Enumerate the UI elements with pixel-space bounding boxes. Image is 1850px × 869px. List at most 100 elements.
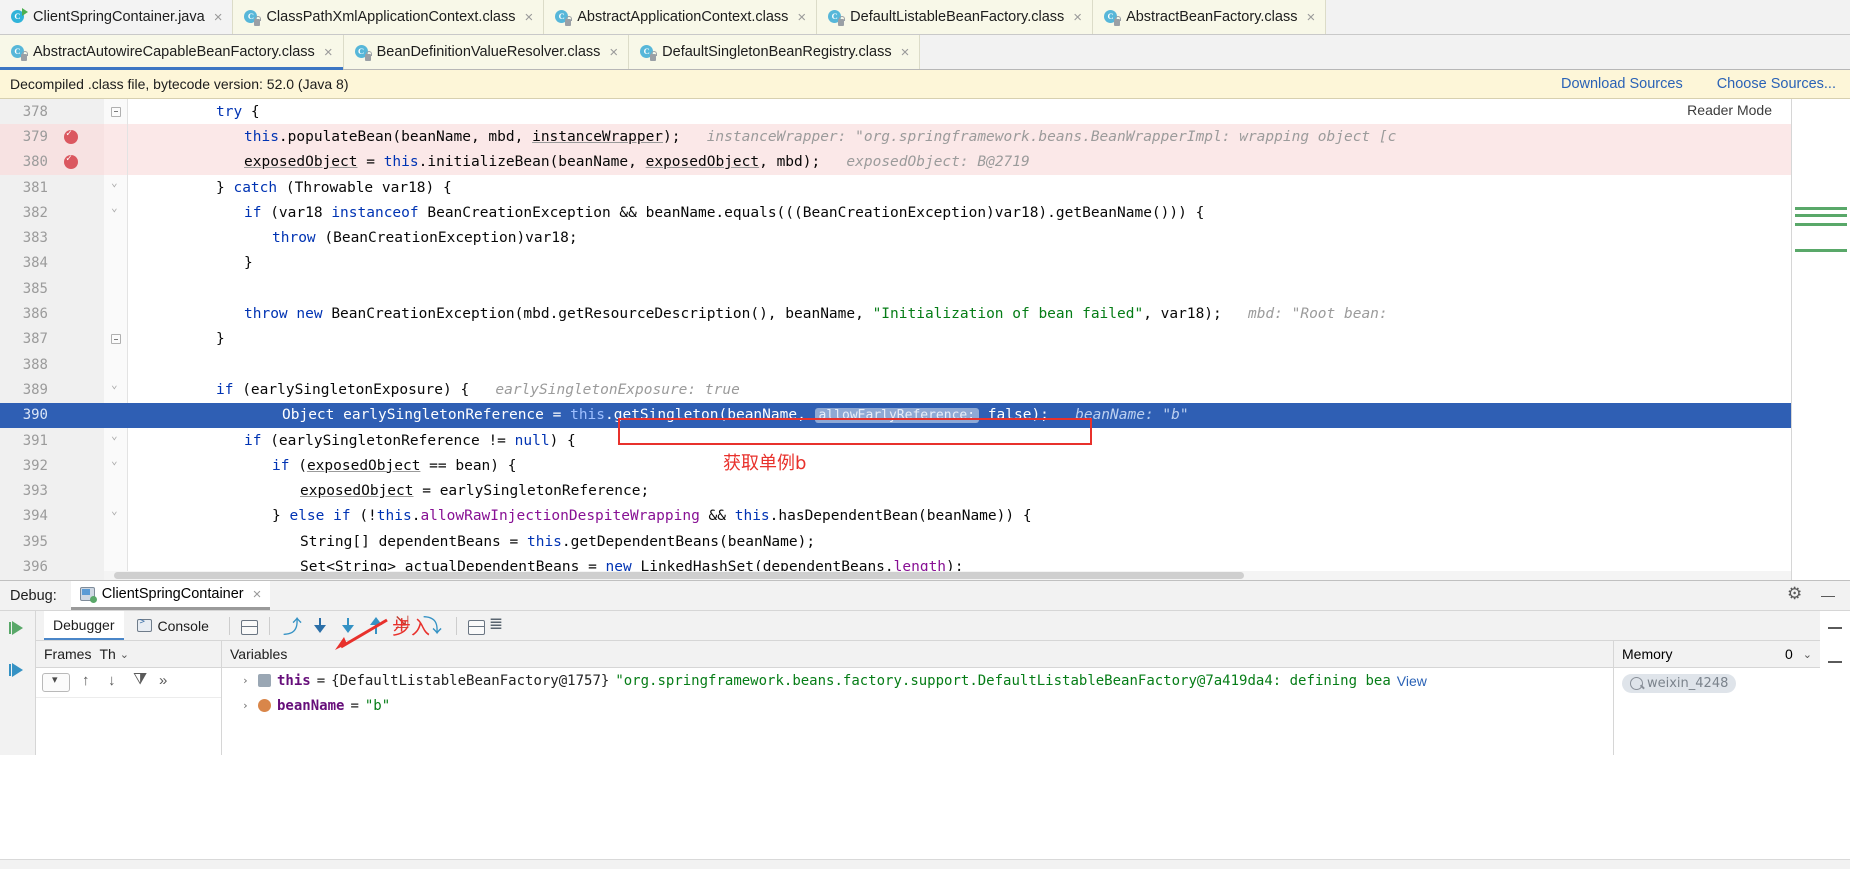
intention-bulb-icon[interactable] xyxy=(64,408,76,423)
fold-zone[interactable] xyxy=(104,377,128,403)
code-line[interactable]: 393 exposedObject = earlySingletonRefere… xyxy=(0,478,1850,504)
expand-icon[interactable] xyxy=(1827,653,1843,669)
step-into-icon[interactable] xyxy=(309,615,333,637)
chevron-down-icon[interactable]: ⌄ xyxy=(1803,648,1812,661)
variable-row-this[interactable]: › this = {DefaultListableBeanFactory@175… xyxy=(222,668,1613,693)
frames-dropdown-button[interactable] xyxy=(42,673,70,692)
settings-filter-icon[interactable] xyxy=(489,614,507,635)
fold-zone[interactable] xyxy=(104,174,128,201)
fold-zone[interactable] xyxy=(104,351,128,378)
variables-tree[interactable]: › this = {DefaultListableBeanFactory@175… xyxy=(222,668,1613,755)
thread-selector[interactable]: Th ⌄ xyxy=(99,646,129,662)
choose-sources-link[interactable]: Choose Sources... xyxy=(1717,76,1836,92)
close-icon[interactable]: × xyxy=(251,587,262,602)
close-icon[interactable]: × xyxy=(1304,10,1315,25)
fold-brace-icon[interactable] xyxy=(111,176,121,193)
breakpoint-zone[interactable] xyxy=(52,554,100,579)
code-line-current-execution[interactable]: 390 Object earlySingletonReference = thi… xyxy=(0,402,1850,428)
code-line[interactable]: 388 xyxy=(0,351,1850,378)
view-link[interactable]: View xyxy=(1397,673,1427,689)
fold-minus-icon[interactable] xyxy=(111,106,121,117)
fold-zone[interactable] xyxy=(104,503,128,530)
hide-tool-window-icon[interactable] xyxy=(1820,588,1836,604)
breakpoint-zone[interactable] xyxy=(52,175,100,200)
close-icon[interactable]: × xyxy=(322,45,333,60)
breakpoint-zone[interactable] xyxy=(52,453,100,478)
line-gutter[interactable]: 385 xyxy=(0,276,104,302)
line-gutter[interactable]: 393 xyxy=(0,478,104,504)
code-line[interactable]: 380 exposedObject = this.initializeBean(… xyxy=(0,149,1850,175)
editor-tab-abstractautowirecapablebeanfactory[interactable]: C AbstractAutowireCapableBeanFactory.cla… xyxy=(0,35,344,70)
line-gutter[interactable]: 388 xyxy=(0,351,104,378)
filter-icon[interactable] xyxy=(132,671,148,692)
editor-tab-classpathxmlapplicationcontext[interactable]: C ClassPathXmlApplicationContext.class × xyxy=(233,0,545,34)
resume-program-icon[interactable] xyxy=(8,619,28,639)
debug-session-tab[interactable]: ClientSpringContainer × xyxy=(70,581,271,610)
editor-tab-defaultlistablebeanfactory[interactable]: C DefaultListableBeanFactory.class × xyxy=(817,0,1094,34)
breakpoint-zone[interactable] xyxy=(52,352,100,377)
editor-tab-client-spring-container[interactable]: C ClientSpringContainer.java × xyxy=(0,0,234,34)
line-gutter[interactable]: 392 xyxy=(0,453,104,479)
line-gutter[interactable]: 387 xyxy=(0,326,104,352)
breakpoint-zone[interactable] xyxy=(52,377,100,402)
close-icon[interactable]: × xyxy=(212,10,223,25)
line-gutter[interactable]: 380 xyxy=(0,149,104,175)
breakpoint-zone[interactable] xyxy=(52,529,100,554)
fold-zone[interactable] xyxy=(104,301,128,327)
editor-tab-beandefinitionvalueresolver[interactable]: C BeanDefinitionValueResolver.class × xyxy=(343,35,630,69)
fold-minus-icon[interactable] xyxy=(111,334,121,345)
fold-zone[interactable] xyxy=(104,402,128,428)
code-line[interactable]: 386 throw new BeanCreationException(mbd.… xyxy=(0,301,1850,327)
code-line[interactable]: 391 if (earlySingletonReference != null)… xyxy=(0,427,1850,454)
code-line[interactable]: 385 xyxy=(0,276,1850,302)
force-step-into-icon[interactable] xyxy=(337,615,361,637)
fold-zone[interactable] xyxy=(104,124,128,150)
expand-arrow-icon[interactable]: › xyxy=(242,674,252,687)
editor-tab-defaultsingletonbeanregistry[interactable]: C DefaultSingletonBeanRegistry.class × xyxy=(629,35,921,69)
fold-zone[interactable] xyxy=(104,529,128,555)
line-gutter[interactable]: 384 xyxy=(0,250,104,277)
breakpoint-zone[interactable] xyxy=(52,200,100,225)
breakpoint-zone[interactable] xyxy=(52,478,100,503)
fold-brace-icon[interactable] xyxy=(111,454,121,471)
line-gutter[interactable]: 386 xyxy=(0,301,104,327)
code-editor[interactable]: Reader Mode 378 try { 379 this.populateB… xyxy=(0,99,1850,580)
code-line[interactable]: 382 if (var18 instanceof BeanCreationExc… xyxy=(0,200,1850,226)
code-line[interactable]: 395 String[] dependentBeans = this .getDe… xyxy=(0,529,1850,555)
mute-breakpoints-icon[interactable] xyxy=(240,619,258,635)
code-line[interactable]: 383 throw (BeanCreationException)var18; xyxy=(0,225,1850,251)
breakpoint-zone[interactable] xyxy=(52,99,100,124)
line-gutter[interactable]: 382 xyxy=(0,200,104,226)
line-gutter[interactable]: 389 xyxy=(0,377,104,403)
breakpoint-zone[interactable] xyxy=(52,150,100,175)
line-gutter[interactable]: 378 xyxy=(0,99,104,125)
fold-brace-icon[interactable] xyxy=(111,504,121,521)
fold-zone[interactable] xyxy=(104,225,128,251)
variable-row-beanname[interactable]: › beanName = "b" xyxy=(222,693,1613,718)
line-gutter[interactable]: 379 xyxy=(0,124,104,150)
breakpoint-zone[interactable] xyxy=(52,301,100,326)
collapse-icon[interactable] xyxy=(1827,619,1843,635)
fold-zone[interactable] xyxy=(104,200,128,226)
fold-zone[interactable] xyxy=(104,427,128,454)
tab-debugger[interactable]: Debugger xyxy=(44,611,124,640)
close-icon[interactable]: × xyxy=(522,10,533,25)
breakpoint-zone[interactable] xyxy=(52,276,100,301)
code-line[interactable]: 384 } xyxy=(0,250,1850,277)
restore-layout-icon[interactable] xyxy=(8,661,28,681)
fold-zone[interactable] xyxy=(104,99,128,125)
editor-tab-abstractapplicationcontext[interactable]: C AbstractApplicationContext.class × xyxy=(544,0,818,34)
reader-mode-label[interactable]: Reader Mode xyxy=(1687,102,1772,118)
breakpoint-icon[interactable] xyxy=(64,128,78,144)
settings-gear-icon[interactable] xyxy=(1787,584,1804,604)
editor-horizontal-scrollbar[interactable] xyxy=(104,571,1792,580)
close-icon[interactable]: × xyxy=(607,45,618,60)
fold-zone[interactable] xyxy=(104,326,128,352)
breakpoint-zone[interactable] xyxy=(52,327,100,352)
fold-brace-icon[interactable] xyxy=(111,378,121,395)
breakpoint-zone[interactable] xyxy=(52,403,100,428)
line-gutter[interactable]: 381 xyxy=(0,174,104,201)
editor-error-stripe[interactable] xyxy=(1792,99,1850,580)
code-line[interactable]: 392 if (exposedObject == bean) { xyxy=(0,453,1850,479)
line-gutter[interactable]: 391 xyxy=(0,427,104,454)
